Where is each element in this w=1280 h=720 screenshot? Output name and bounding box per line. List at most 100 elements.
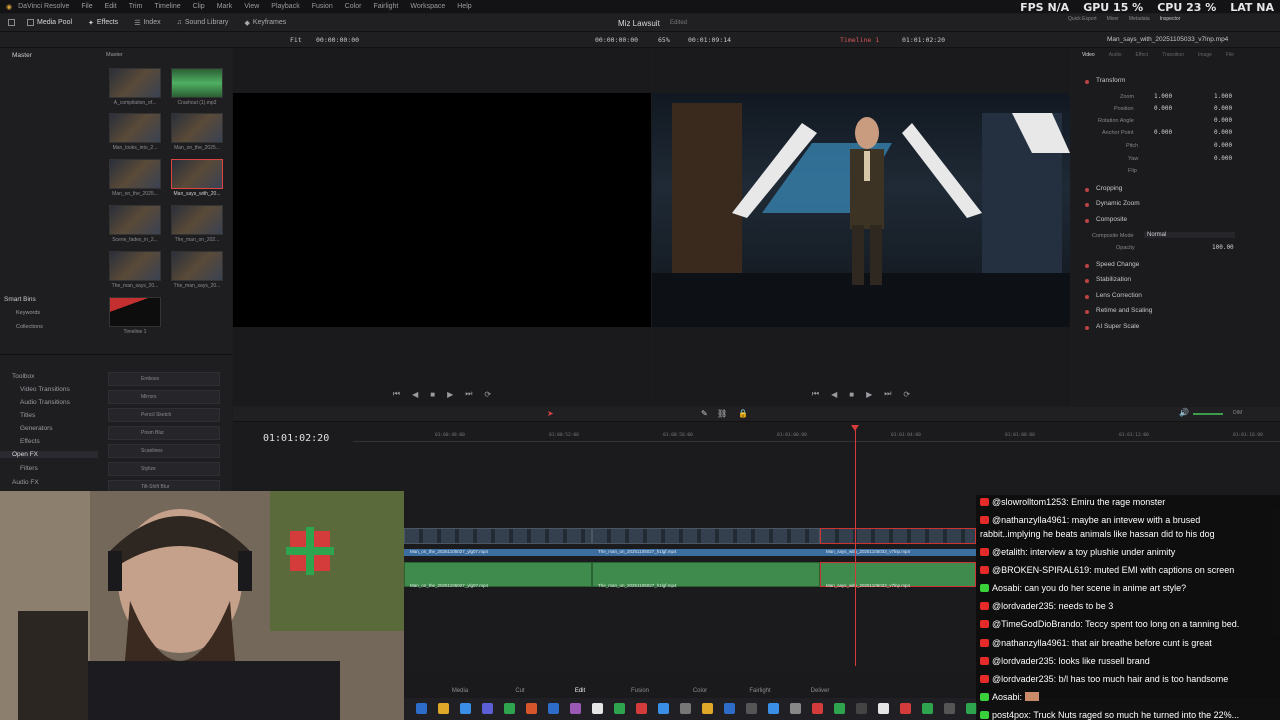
clip-thumb-3[interactable] <box>109 113 161 143</box>
fx-tree-effects[interactable]: Effects <box>20 438 40 445</box>
bin-list-header[interactable]: Master <box>12 52 32 59</box>
prog-stop-icon[interactable]: ■ <box>849 390 854 399</box>
metadata-button[interactable]: Metadata <box>1129 16 1150 22</box>
fx-item-mirrors[interactable]: Mirrors <box>108 390 220 404</box>
prog-rewind-icon[interactable]: ⏮ <box>812 389 819 399</box>
taskbar-app-icon-3[interactable] <box>460 703 471 714</box>
retime-scaling-dot[interactable] <box>1085 310 1089 314</box>
retime-scaling-section[interactable]: Retime and Scaling <box>1096 307 1152 314</box>
taskbar-app-icon-2[interactable] <box>438 703 449 714</box>
menu-playback[interactable]: Playback <box>265 3 305 10</box>
zoom-x-value[interactable]: 1.000 <box>1154 93 1172 100</box>
fx-tree-open-fx[interactable]: Open FX <box>0 451 98 458</box>
mixer-button[interactable]: Mixer <box>1107 16 1119 22</box>
super-scale-dot[interactable] <box>1085 326 1089 330</box>
taskbar-app-icon-13[interactable] <box>680 703 691 714</box>
lens-correction-dot[interactable] <box>1085 295 1089 299</box>
anchor-y-value[interactable]: 0.000 <box>1214 129 1232 136</box>
prog-loop-icon[interactable]: ⟳ <box>903 390 910 399</box>
taskbar-app-icon-8[interactable] <box>570 703 581 714</box>
timeline-name[interactable]: Timeline 1 <box>840 36 879 44</box>
fx-item-emboss[interactable]: Emboss <box>108 372 220 386</box>
taskbar-app-icon-17[interactable] <box>768 703 779 714</box>
page-fusion[interactable]: Fusion <box>620 688 660 694</box>
source-zoom[interactable]: Fit <box>290 36 302 44</box>
razor-tool-icon[interactable]: ✎ <box>701 409 708 418</box>
clip-thumb-7[interactable] <box>109 205 161 235</box>
volume-slider[interactable] <box>1193 413 1223 415</box>
taskbar-app-icon-14[interactable] <box>702 703 713 714</box>
timeline-thumb[interactable] <box>109 297 161 327</box>
fx-tree-filters[interactable]: Filters <box>20 465 38 472</box>
fx-tree-titles[interactable]: Titles <box>20 412 35 419</box>
video-clip-2[interactable] <box>592 528 820 544</box>
timeline-playhead[interactable] <box>855 428 856 666</box>
inspector-tab-effect[interactable]: Effect <box>1136 52 1149 58</box>
pitch-value[interactable]: 0.000 <box>1214 142 1232 149</box>
taskbar-app-icon-12[interactable] <box>658 703 669 714</box>
taskbar-app-icon-16[interactable] <box>746 703 757 714</box>
speed-change-section[interactable]: Speed Change <box>1096 261 1139 268</box>
fx-item-prism-blur[interactable]: Prism Blur <box>108 426 220 440</box>
page-color[interactable]: Color <box>680 688 720 694</box>
program-viewer[interactable] <box>652 93 1070 327</box>
transform-section-title[interactable]: Transform <box>1096 77 1125 84</box>
menu-clip[interactable]: Clip <box>187 3 211 10</box>
fx-item-pencil-sketch[interactable]: Pencil Sketch <box>108 408 220 422</box>
cropping-dot[interactable] <box>1085 188 1089 192</box>
menu-workspace[interactable]: Workspace <box>404 3 451 10</box>
transform-enable-dot[interactable] <box>1085 80 1089 84</box>
taskbar-app-icon-6[interactable] <box>526 703 537 714</box>
menu-fairlight[interactable]: Fairlight <box>367 3 404 10</box>
dynamic-zoom-section[interactable]: Dynamic Zoom <box>1096 200 1140 207</box>
clip-thumb-8[interactable] <box>171 205 223 235</box>
page-media[interactable]: Media <box>440 688 480 694</box>
src-play-icon[interactable]: ▶ <box>447 390 453 399</box>
dim-button[interactable]: DIM <box>1233 410 1242 416</box>
inspector-tab-audio[interactable]: Audio <box>1109 52 1122 58</box>
taskbar-app-icon-23[interactable] <box>900 703 911 714</box>
taskbar-app-icon-19[interactable] <box>812 703 823 714</box>
anchor-x-value[interactable]: 0.000 <box>1154 129 1172 136</box>
taskbar-app-icon-25[interactable] <box>944 703 955 714</box>
taskbar-app-icon-22[interactable] <box>878 703 889 714</box>
taskbar-app-icon-24[interactable] <box>922 703 933 714</box>
program-zoom[interactable]: 65% <box>658 36 670 44</box>
lens-correction-section[interactable]: Lens Correction <box>1096 292 1142 299</box>
menu-trim[interactable]: Trim <box>123 3 149 10</box>
smart-bin-keywords[interactable]: Keywords <box>16 310 40 316</box>
media-pool-button[interactable]: Media Pool <box>19 14 80 31</box>
fx-tree-video-transitions[interactable]: Video Transitions <box>20 386 70 393</box>
fx-tree-toolbox[interactable]: Toolbox <box>12 373 34 380</box>
prog-reverse-icon[interactable]: ◀ <box>831 390 837 399</box>
video-clip-1[interactable] <box>404 528 592 544</box>
composite-dot[interactable] <box>1085 219 1089 223</box>
index-button[interactable]: ☰ Index <box>126 14 168 31</box>
clip-thumb-4[interactable] <box>171 113 223 143</box>
fx-tree-audio-fx[interactable]: Audio FX <box>12 479 39 486</box>
position-x-value[interactable]: 0.000 <box>1154 105 1172 112</box>
page-fairlight[interactable]: Fairlight <box>740 688 780 694</box>
src-stop-icon[interactable]: ■ <box>430 390 435 399</box>
quick-export-button[interactable]: Quick Export <box>1068 16 1097 22</box>
lock-icon[interactable]: 🔒 <box>738 409 748 418</box>
smart-bin-collections[interactable]: Collections <box>16 324 43 330</box>
taskbar-app-icon-20[interactable] <box>834 703 845 714</box>
composite-mode-select[interactable]: Normal <box>1144 232 1235 238</box>
menu-timeline[interactable]: Timeline <box>148 3 186 10</box>
clip-thumb-1[interactable] <box>109 68 161 98</box>
taskbar-app-icon-21[interactable] <box>856 703 867 714</box>
src-loop-icon[interactable]: ⟳ <box>484 390 491 399</box>
page-cut[interactable]: Cut <box>500 688 540 694</box>
taskbar-app-icon-15[interactable] <box>724 703 735 714</box>
cropping-section[interactable]: Cropping <box>1096 185 1122 192</box>
taskbar-app-icon-11[interactable] <box>636 703 647 714</box>
keyframes-button[interactable]: ◆ Keyframes <box>236 14 294 31</box>
inspector-tab-file[interactable]: File <box>1226 52 1234 58</box>
speaker-icon[interactable]: 🔊 <box>1179 408 1189 417</box>
clip-thumb-9[interactable] <box>109 251 161 281</box>
clip-thumb-2[interactable] <box>171 68 223 98</box>
workspace-icon[interactable] <box>0 14 19 31</box>
dynamic-zoom-dot[interactable] <box>1085 203 1089 207</box>
taskbar-app-icon-4[interactable] <box>482 703 493 714</box>
